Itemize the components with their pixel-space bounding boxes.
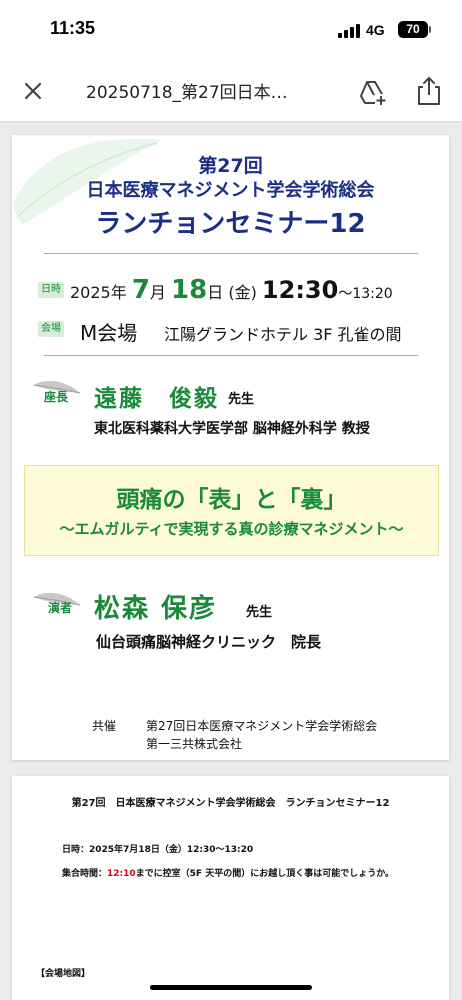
cohost-label: 共催 [92,719,117,733]
meet-prefix: 集合時間： [62,869,108,879]
share-icon[interactable] [414,75,444,107]
network-type: 4G [366,22,385,38]
venue-detail: 江陽グランドホテル 3F 孔雀の間 [164,325,402,344]
page2-map-label: 【会場地図】 [36,969,91,979]
meet-suffix: までに控室（5F 天平の間）にお越し頂く事は可能でしょうか。 [135,869,395,879]
close-icon[interactable] [20,78,46,104]
signal-icon [338,24,360,38]
page2-meeting-time: 集合時間：12:10までに控室（5F 天平の間）にお越し頂く事は可能でしょうか。 [62,866,394,879]
date-year: 2025年 [70,283,127,302]
page2-date-line: 日時：2025年7月18日（金）12:30〜13:20 [62,845,254,855]
event-datetime: 2025年 7月 18日 (金) 12:30〜13:20 [70,275,393,305]
battery-tip [429,26,431,33]
lecture-box: 頭痛の「表」と「裏」 〜エムガルティで実現する真の診療マネジメント〜 [24,465,439,556]
cohost-company: 第一三共株式会社 [146,737,243,751]
home-indicator[interactable] [150,985,312,990]
chair-affiliation: 東北医科薬科大学医学部 脳神経外科学 教授 [94,421,370,437]
date-day: 18 [171,275,208,305]
poster-heading-edition: 第27回 [198,155,263,177]
date-month-unit: 月 [149,283,166,302]
lecture-subtitle: 〜エムガルティで実現する真の診療マネジメント〜 [59,520,404,538]
pdf-page-2: 第27回 日本医療マネジメント学会学術総会 ランチョンセミナー12 日時：202… [12,776,449,1000]
chair-role-label: 座長 [44,390,69,404]
poster-heading-congress: 日本医療マネジメント学会学術総会 [86,180,375,201]
venue-tag: 会場 [38,321,64,337]
date-day-unit: 日 [207,283,224,302]
date-tag: 日時 [38,282,64,298]
chair-name: 遠藤 俊毅 [94,386,219,412]
speaker-affiliation: 仙台頭痛脳神経クリニック 院長 [96,633,322,651]
meet-time: 12:10 [107,869,136,879]
lecture-title: 頭痛の「表」と「裏」 [116,487,347,513]
cohost-congress: 第27回日本医療マネジメント学会学術総会 [146,719,378,733]
viewer-toolbar: 20250718_第27回日本… [0,62,462,122]
speaker-name: 松森 保彦 [94,594,218,624]
poster-heading-seminar: ランチョンセミナー12 [95,209,366,239]
drive-add-icon[interactable] [356,76,388,108]
pdf-page-1: 第27回 日本医療マネジメント学会学術総会 ランチョンセミナー12 日時 202… [12,135,449,760]
speaker-role-label: 演者 [48,601,73,615]
venue-room: M会場 [80,321,138,345]
chair-honorific: 先生 [228,392,255,407]
date-month: 7 [131,275,150,305]
speaker-honorific: 先生 [246,605,273,620]
date-weekday: (金) [228,283,257,302]
document-title: 20250718_第27回日本… [86,83,288,103]
page2-title: 第27回 日本医療マネジメント学会学術総会 ランチョンセミナー12 [71,798,390,809]
divider [44,355,418,356]
battery-icon: 70 [398,21,428,38]
status-time: 11:35 [50,18,96,38]
status-bar: 11:35 4G 70 [0,0,462,62]
start-time: 12:30 [261,276,339,304]
divider [44,253,418,254]
end-time: 〜13:20 [338,286,393,302]
